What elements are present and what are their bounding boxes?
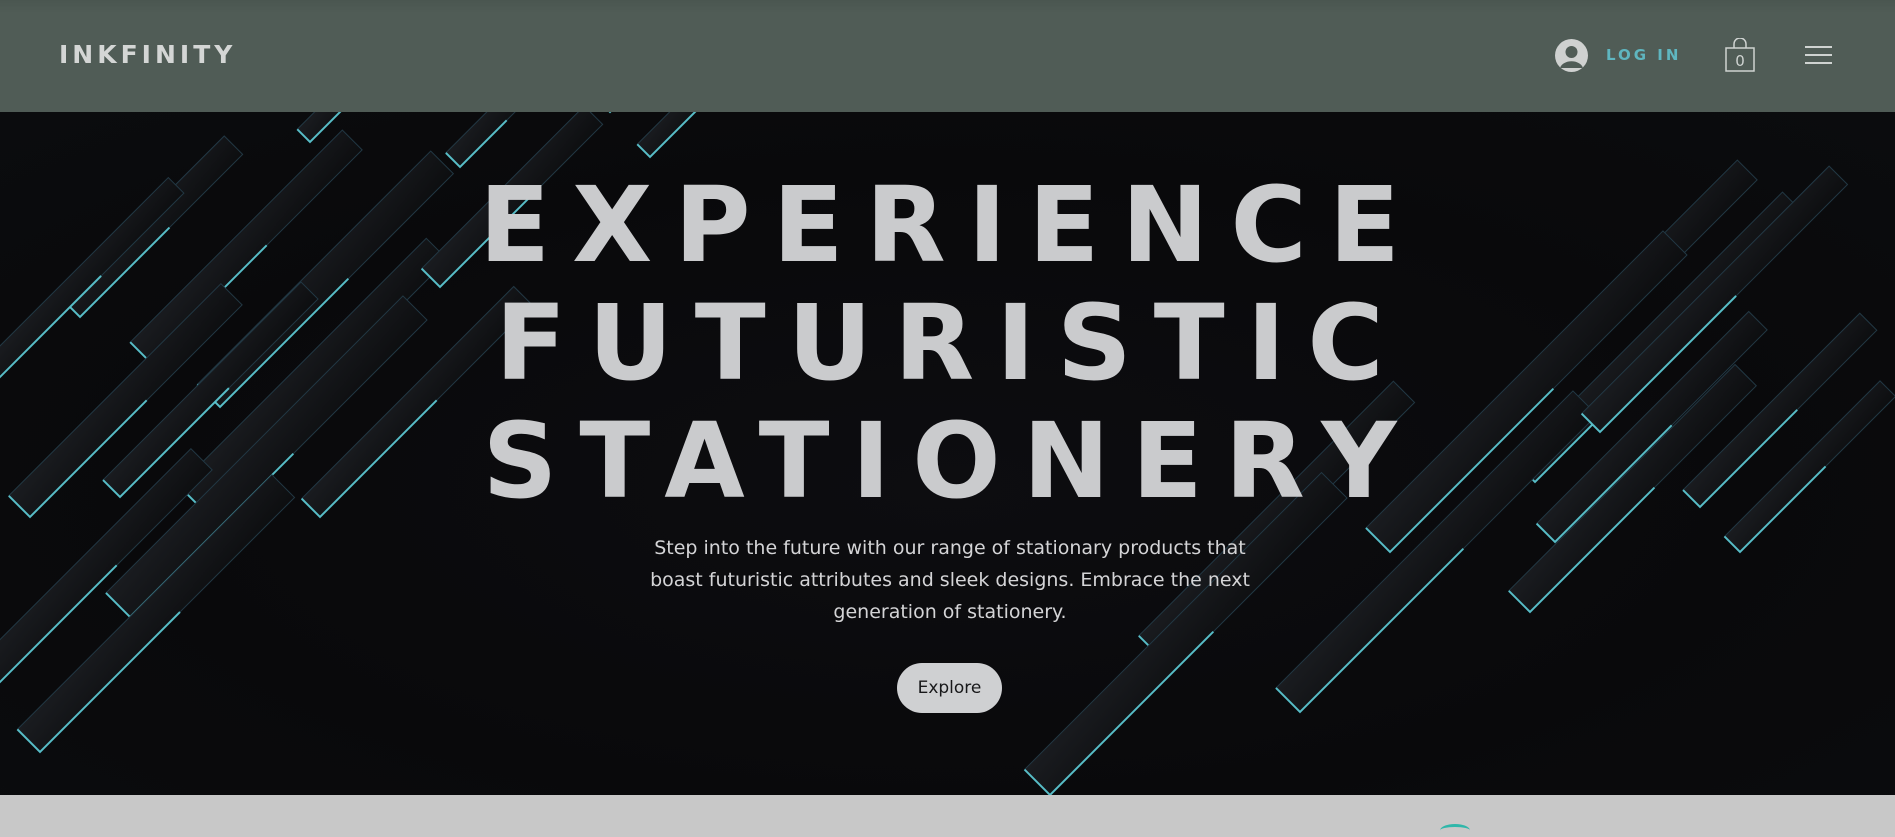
partial-logo-arc: [1440, 824, 1470, 837]
diagonal-bar: [636, 112, 750, 159]
diagonal-bar: [445, 112, 546, 169]
hero-subtitle: Step into the future with our range of s…: [620, 532, 1280, 628]
headline-line-1: EXPERIENCE: [479, 164, 1422, 286]
cart-button[interactable]: 0: [1725, 37, 1755, 72]
next-section-strip: [0, 795, 1895, 829]
headline-line-2: FUTURISTIC: [495, 282, 1406, 404]
explore-button[interactable]: Explore: [897, 663, 1002, 713]
site-header: INKFINITY LOG IN 0: [0, 0, 1895, 112]
hero-section: EXPERIENCE FUTURISTIC STATIONERY Step in…: [0, 112, 1895, 795]
hamburger-menu-icon[interactable]: [1805, 46, 1832, 64]
subtitle-line-2: boast futuristic attributes and sleek de…: [650, 569, 1250, 591]
headline-line-3: STATIONERY: [482, 400, 1419, 522]
user-avatar-icon: [1555, 38, 1588, 72]
hero-headline: EXPERIENCE FUTURISTIC STATIONERY: [0, 166, 1895, 520]
site-logo[interactable]: INKFINITY: [59, 40, 236, 69]
subtitle-line-3: generation of stationery.: [833, 601, 1067, 623]
subtitle-line-1: Step into the future with our range of s…: [654, 537, 1246, 559]
login-button[interactable]: LOG IN: [1555, 38, 1681, 72]
login-label: LOG IN: [1606, 46, 1682, 64]
cart-count: 0: [1735, 52, 1745, 70]
